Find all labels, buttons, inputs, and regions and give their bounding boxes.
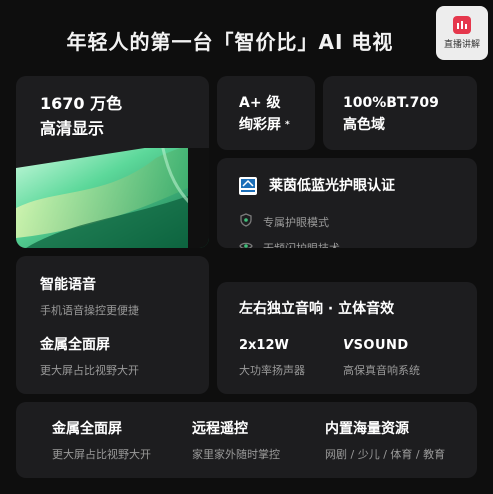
smart-voice-title: 智能语音: [40, 277, 96, 293]
bt709-text: 100%BT.709: [343, 95, 439, 111]
speaker-power-text: 2x12W: [239, 338, 289, 353]
remote-control-title: 远程遥控: [192, 421, 248, 437]
bottom-metal-screen-sub: 更大屏占比视野大开: [52, 448, 151, 461]
smart-voice-sub: 手机语音操控更便捷: [40, 304, 139, 317]
color-gamut-card: 100%BT.709 高色域: [323, 76, 477, 150]
live-explain-button[interactable]: 直播讲解: [436, 6, 488, 60]
vsound-logo-text: SOUND: [353, 338, 409, 353]
metal-screen-sub: 更大屏占比视野大开: [40, 364, 139, 377]
footnote-mark: *: [285, 120, 290, 130]
hifi-system-sub: 高保真音响系统: [343, 364, 420, 377]
live-icon: [453, 16, 471, 34]
eye-cert-title: 莱茵低蓝光护眼认证: [269, 178, 395, 194]
voice-screen-card: 智能语音 手机语音操控更便捷 金属全面屏 更大屏占比视野大开: [16, 256, 209, 394]
high-gamut-text: 高色域: [343, 117, 385, 133]
vsound-logo: VSOUND: [343, 338, 409, 353]
color-display-card: 1670 万色 高清显示: [16, 76, 209, 248]
metal-screen-title: 金属全面屏: [40, 337, 110, 353]
remote-control-sub: 家里家外随时掌控: [192, 448, 280, 461]
aplus-grade-text: A+ 级: [239, 95, 281, 111]
vivid-screen-label: 绚彩屏: [239, 117, 281, 133]
eye-icon: [239, 242, 253, 248]
bottom-metal-screen-title: 金属全面屏: [52, 421, 122, 437]
color-count-text: 1670 万色: [40, 94, 123, 113]
speaker-power-sub: 大功率扬声器: [239, 364, 305, 377]
stereo-sound-title: 左右独立音响 · 立体音效: [239, 301, 395, 317]
tuv-logo-icon: [239, 177, 257, 195]
vsound-logo-prefix: V: [343, 338, 354, 353]
eye-shield-icon: [240, 213, 252, 227]
hd-display-text: 高清显示: [40, 119, 105, 138]
features-strip: 金属全面屏 更大屏占比视野大开 远程遥控 家里家外随时掌控 内置海量资源 网剧 …: [16, 402, 477, 478]
live-label: 直播讲解: [443, 40, 480, 50]
aplus-screen-card: A+ 级 绚彩屏 *: [217, 76, 315, 150]
stereo-sound-card: 左右独立音响 · 立体音效 2x12W 大功率扬声器 VSOUND 高保真音响系…: [217, 282, 477, 394]
vivid-screen-text: 绚彩屏 *: [239, 114, 290, 136]
content-resources-sub: 网剧 / 少儿 / 体育 / 教育: [325, 448, 446, 461]
content-resources-title: 内置海量资源: [325, 421, 409, 437]
page-title: 年轻人的第一台「智价比」AI 电视: [66, 30, 394, 54]
flicker-free-text: 无频闪护眼技术: [263, 240, 340, 248]
eye-care-card: 莱茵低蓝光护眼认证 专属护眼模式 无频闪护眼技术: [217, 158, 477, 248]
eye-care-mode-text: 专属护眼模式: [263, 216, 329, 229]
tv-screen-image: [16, 148, 209, 248]
